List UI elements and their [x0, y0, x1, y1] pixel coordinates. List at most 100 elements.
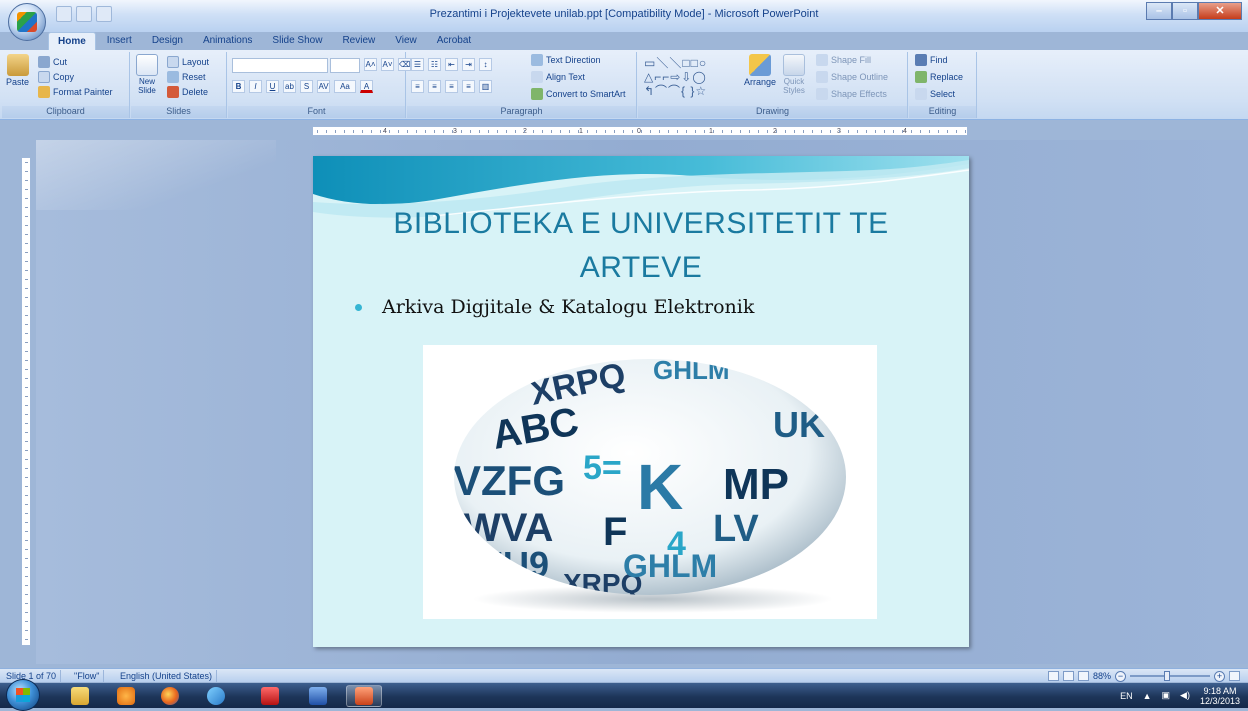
- align-center-icon[interactable]: ≡: [428, 80, 441, 93]
- zoom-level[interactable]: 88%: [1093, 671, 1111, 681]
- arrange-button[interactable]: Arrange: [744, 54, 776, 87]
- strikethrough-button[interactable]: ab: [283, 80, 296, 93]
- bullet-item[interactable]: Arkiva Digjitale & Katalogu Elektronik: [355, 296, 754, 318]
- shapes-gallery[interactable]: ▭＼＼□□○ △⌐⌐⇨⇩◯ ↰⌒⌒{ }☆: [644, 56, 740, 98]
- italic-button[interactable]: I: [249, 80, 262, 93]
- drawing-group-label: Drawing: [638, 106, 907, 118]
- copy-button[interactable]: Copy: [38, 71, 74, 83]
- tab-view[interactable]: View: [386, 32, 426, 50]
- shape-outline-button[interactable]: Shape Outline: [816, 71, 888, 83]
- numbering-icon[interactable]: ☷: [428, 58, 441, 71]
- ruler-tick: [803, 130, 804, 133]
- line-spacing-icon[interactable]: ↕: [479, 58, 492, 71]
- decrease-indent-icon[interactable]: ⇤: [445, 58, 458, 71]
- ruler-tick: [875, 130, 876, 133]
- tab-home[interactable]: Home: [48, 32, 96, 50]
- quick-styles-button[interactable]: Quick Styles: [780, 54, 808, 95]
- letters-egg-image[interactable]: XRPQ GHLM ABC UK 5= VZFG K MP WVA LV F 4…: [423, 345, 877, 619]
- status-bar: Slide 1 of 70 "Flow" English (United Sta…: [0, 668, 1248, 682]
- shape-effects-button[interactable]: Shape Effects: [816, 88, 887, 100]
- justify-icon[interactable]: ≡: [462, 80, 475, 93]
- layout-button[interactable]: Layout: [167, 56, 209, 68]
- slide-title[interactable]: BIBLIOTEKA E UNIVERSITETIT TE ARTEVE: [313, 202, 969, 290]
- paint-bucket-icon: [816, 54, 828, 66]
- input-language[interactable]: EN: [1120, 691, 1133, 701]
- acrobat-icon[interactable]: [252, 685, 288, 707]
- underline-button[interactable]: U: [266, 80, 279, 93]
- delete-button[interactable]: Delete: [167, 86, 208, 98]
- explorer-icon[interactable]: [62, 685, 98, 707]
- format-painter-button[interactable]: Format Painter: [38, 86, 113, 98]
- volume-icon[interactable]: ◀): [1180, 690, 1190, 701]
- shadow-button[interactable]: S: [300, 80, 313, 93]
- word-icon[interactable]: [300, 685, 336, 707]
- egg-letters: UK: [773, 404, 825, 445]
- tab-design[interactable]: Design: [143, 32, 192, 50]
- ruler-tick: [929, 130, 930, 133]
- bullets-icon[interactable]: ☰: [411, 58, 424, 71]
- reset-button[interactable]: Reset: [167, 71, 206, 83]
- start-button[interactable]: [6, 679, 40, 711]
- theme-name[interactable]: "Flow": [70, 670, 105, 682]
- zoom-in-icon[interactable]: +: [1214, 670, 1225, 682]
- ruler-tick: [632, 130, 633, 133]
- ruler-number: 4: [903, 128, 907, 135]
- tab-slide-show[interactable]: Slide Show: [263, 32, 331, 50]
- grow-font-button[interactable]: A˄: [364, 58, 377, 71]
- replace-button[interactable]: Replace: [915, 71, 963, 83]
- media-player-icon[interactable]: [108, 685, 144, 707]
- language-indicator[interactable]: English (United States): [116, 670, 218, 682]
- close-button[interactable]: ✕: [1198, 2, 1242, 20]
- ruler-tick: [893, 130, 894, 133]
- new-slide-button[interactable]: New Slide: [135, 54, 159, 95]
- increase-indent-icon[interactable]: ⇥: [462, 58, 475, 71]
- convert-smartart-button[interactable]: Convert to SmartArt: [531, 88, 626, 100]
- maximize-button[interactable]: ▫: [1172, 2, 1198, 20]
- tab-animations[interactable]: Animations: [194, 32, 261, 50]
- clock[interactable]: 9:18 AM 12/3/2013: [1200, 686, 1240, 706]
- find-button[interactable]: Find: [915, 54, 948, 66]
- tab-review[interactable]: Review: [333, 32, 384, 50]
- select-button[interactable]: Select: [915, 88, 955, 100]
- zoom-out-icon[interactable]: −: [1115, 670, 1126, 682]
- network-tray-icon[interactable]: ▣: [1162, 690, 1171, 701]
- powerpoint-icon[interactable]: [346, 685, 382, 707]
- paste-button[interactable]: Paste: [6, 54, 29, 87]
- fit-to-window-icon[interactable]: [1229, 671, 1240, 681]
- bold-button[interactable]: B: [232, 80, 245, 93]
- shrink-font-button[interactable]: A˅: [381, 58, 394, 71]
- letters-egg-graphic: XRPQ GHLM ABC UK 5= VZFG K MP WVA LV F 4…: [454, 359, 846, 613]
- font-group: A˄ A˅ ⌫ B I U ab S AV Aa A Font: [228, 52, 411, 118]
- align-left-icon[interactable]: ≡: [411, 80, 424, 93]
- zoom-slider[interactable]: [1130, 671, 1210, 681]
- char-spacing-button[interactable]: AV: [317, 80, 330, 93]
- zoom-slider-thumb[interactable]: [1164, 671, 1170, 681]
- slideshow-view-icon[interactable]: [1077, 671, 1089, 681]
- font-name-input[interactable]: [232, 58, 328, 73]
- align-text-label: Align Text: [546, 72, 585, 82]
- shape-fill-button[interactable]: Shape Fill: [816, 54, 871, 66]
- firefox-icon[interactable]: [152, 685, 188, 707]
- align-right-icon[interactable]: ≡: [445, 80, 458, 93]
- slide[interactable]: BIBLIOTEKA E UNIVERSITETIT TE ARTEVE Ark…: [313, 156, 969, 647]
- ruler-tick: [434, 130, 435, 133]
- font-color-button[interactable]: A: [360, 80, 373, 93]
- normal-view-icon[interactable]: [1047, 671, 1059, 681]
- slide-sorter-icon[interactable]: [1062, 671, 1074, 681]
- ruler-tick: [830, 130, 831, 133]
- office-button[interactable]: [8, 3, 46, 41]
- ruler-number: 1: [579, 128, 583, 135]
- tab-acrobat[interactable]: Acrobat: [428, 32, 480, 50]
- font-size-input[interactable]: [330, 58, 360, 73]
- ruler-tick: [25, 450, 28, 451]
- show-hidden-icons-icon[interactable]: ▲: [1143, 691, 1152, 701]
- text-direction-button[interactable]: Text Direction: [531, 54, 601, 66]
- tab-insert[interactable]: Insert: [98, 32, 141, 50]
- columns-icon[interactable]: ▥: [479, 80, 492, 93]
- align-text-button[interactable]: Align Text: [531, 71, 585, 83]
- cut-button[interactable]: Cut: [38, 56, 67, 68]
- network-icon[interactable]: [198, 685, 234, 707]
- ruler-tick: [380, 130, 381, 133]
- minimize-button[interactable]: –: [1146, 2, 1172, 20]
- change-case-button[interactable]: Aa: [334, 80, 356, 93]
